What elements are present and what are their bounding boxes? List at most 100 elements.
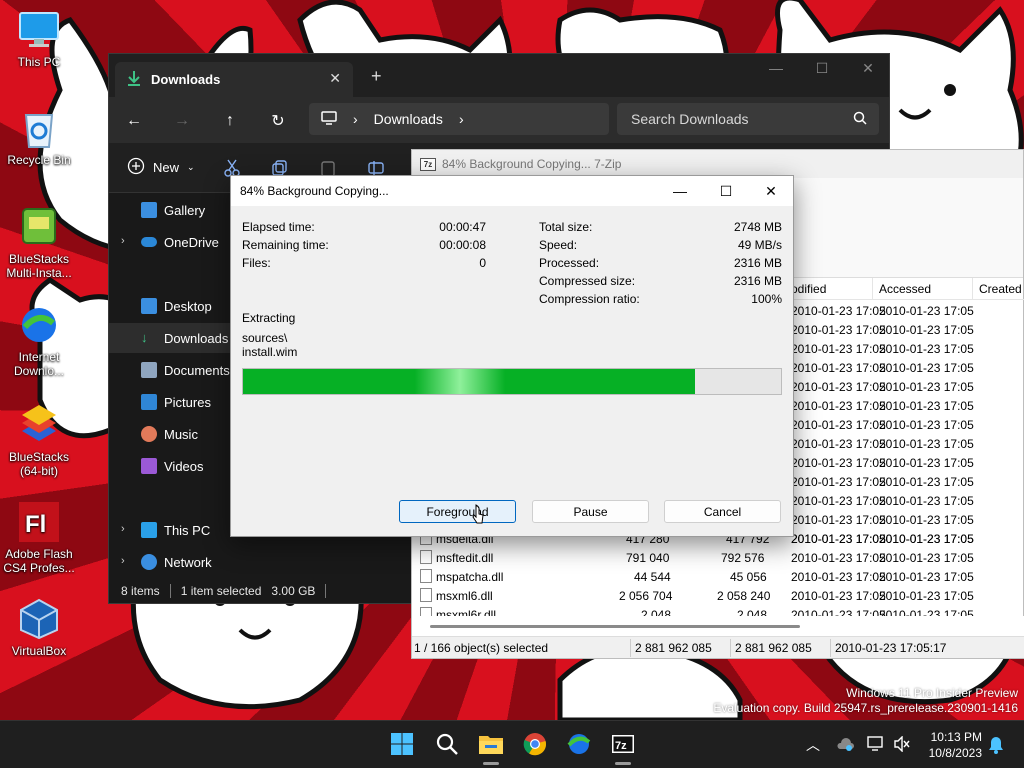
extract-progress-dialog[interactable]: 84% Background Copying... — ☐ ✕ Elapsed … xyxy=(230,175,794,537)
close-tab-icon[interactable]: ✕ xyxy=(329,70,341,87)
taskbar: 7z ︿ 10:13 PM 10/8/2023 xyxy=(0,720,1024,768)
desktop-icon-bluestacks[interactable]: BlueStacks (64-bit) xyxy=(1,403,77,478)
search-box[interactable]: Search Downloads xyxy=(617,103,879,135)
svg-text:Fl: Fl xyxy=(25,511,46,538)
sidebar-item-music[interactable]: Music xyxy=(109,419,231,449)
desktop-icon-label: VirtualBox xyxy=(11,644,67,658)
minimize-button[interactable]: — xyxy=(657,176,703,206)
forward-arrow-icon[interactable]: → xyxy=(170,109,194,133)
close-button[interactable]: ✕ xyxy=(845,54,891,82)
chevron-right-icon[interactable]: › xyxy=(121,235,125,247)
dll-file-icon xyxy=(420,569,432,583)
maximize-button[interactable]: ☐ xyxy=(703,176,749,206)
sidebar-item-pictures[interactable]: Pictures xyxy=(109,387,231,417)
desktop-icon-this-pc[interactable]: This PC xyxy=(1,8,77,69)
search-icon xyxy=(853,111,867,128)
table-row[interactable]: msftedit.dll 791 040 792 576 2010-01-23 … xyxy=(412,548,1024,567)
notification-bell-icon[interactable] xyxy=(988,736,1004,757)
column-divider[interactable] xyxy=(972,278,973,300)
file-accessed: 2010-01-23 17:05 xyxy=(879,551,974,565)
7zip-title-bar: 7z 84% Background Copying... 7-Zip xyxy=(412,150,1023,178)
file-accessed: 2010-01-23 17:05 xyxy=(879,380,974,394)
mouse-cursor-icon xyxy=(472,504,484,527)
network-icon[interactable] xyxy=(867,736,885,755)
new-button-label: New xyxy=(153,160,180,175)
system-clock[interactable]: 10:13 PM 10/8/2023 xyxy=(918,729,982,761)
status-divider xyxy=(630,639,631,657)
explorer-tab-downloads[interactable]: Downloads ✕ xyxy=(115,62,353,97)
7zip-icon[interactable]: 7z xyxy=(610,731,636,765)
file-accessed: 2010-01-23 17:05 xyxy=(879,418,974,432)
foreground-button[interactable]: Foreground xyxy=(399,500,516,523)
desktop-icon-label: BlueStacks Multi-Insta... xyxy=(6,252,72,280)
bluestacks-multi-instance-icon xyxy=(17,205,61,249)
file-modified: 2010-01-23 17:05 xyxy=(791,399,886,413)
sidebar-item-this-pc[interactable]: › This PC xyxy=(109,515,231,545)
sidebar-item-label: Pictures xyxy=(164,394,211,410)
file-size: 44 544 xyxy=(634,570,671,584)
scrollbar-thumb[interactable] xyxy=(430,625,800,628)
remaining-time-value: 00:00:08 xyxy=(439,238,486,252)
onedrive-tray-icon[interactable] xyxy=(836,737,854,754)
sidebar-item-onedrive[interactable]: › OneDrive xyxy=(109,227,231,257)
status-selected: 1 item selected xyxy=(180,584,262,598)
column-header-accessed[interactable]: Accessed xyxy=(879,282,931,296)
sidebar-item-documents[interactable]: Documents xyxy=(109,355,231,385)
dialog-title: 84% Background Copying... xyxy=(240,184,389,198)
desktop-icon-bluestacks-multi[interactable]: BlueStacks Multi-Insta... xyxy=(1,205,77,280)
back-arrow-icon[interactable]: ← xyxy=(122,109,146,133)
elapsed-time-label: Elapsed time: xyxy=(242,220,315,234)
chevron-right-icon[interactable]: › xyxy=(121,523,125,535)
table-row[interactable]: msxml6r.dll 2 048 2 048 2010-01-23 17:05… xyxy=(412,605,1024,616)
sidebar-item-downloads[interactable]: ↓ Downloads xyxy=(109,323,231,353)
chrome-icon[interactable] xyxy=(522,731,548,757)
file-accessed: 2010-01-23 17:05 xyxy=(879,608,974,616)
desktop-icon-recycle-bin[interactable]: Recycle Bin xyxy=(1,106,77,167)
status-packed-size: 2 881 962 085 xyxy=(735,641,812,655)
file-accessed: 2010-01-23 17:05 xyxy=(879,304,974,318)
current-path-file: install.wim xyxy=(242,345,298,359)
desktop-icon-internet-download-manager[interactable]: Internet Downlo... xyxy=(1,303,77,378)
cancel-button[interactable]: Cancel xyxy=(664,500,781,523)
chevron-right-icon[interactable]: › xyxy=(121,555,125,567)
file-explorer-icon[interactable] xyxy=(478,731,504,765)
horizontal-scrollbar[interactable] xyxy=(412,616,1024,636)
refresh-icon[interactable]: ↻ xyxy=(266,109,290,133)
remaining-time-label: Remaining time: xyxy=(242,238,329,252)
column-divider[interactable] xyxy=(872,278,873,300)
internet-download-manager-icon[interactable] xyxy=(566,731,592,757)
table-row[interactable]: mspatcha.dll 44 544 45 056 2010-01-23 17… xyxy=(412,567,1024,586)
file-modified: 2010-01-23 17:05 xyxy=(791,494,886,508)
status-selection: 1 / 166 object(s) selected xyxy=(414,641,549,655)
minimize-button[interactable]: — xyxy=(753,54,799,82)
table-row[interactable]: msxml6.dll 2 056 704 2 058 240 2010-01-2… xyxy=(412,586,1024,605)
column-header-modified[interactable]: odified xyxy=(791,282,826,296)
desktop-icon-adobe-flash[interactable]: Fl Adobe Flash CS4 Profes... xyxy=(1,500,77,575)
maximize-button[interactable]: ☐ xyxy=(799,54,845,82)
pause-button[interactable]: Pause xyxy=(532,500,649,523)
windows-start-icon[interactable] xyxy=(389,731,415,757)
plus-circle-icon xyxy=(127,157,145,178)
speed-value: 49 MB/s xyxy=(737,238,782,252)
new-tab-button[interactable]: + xyxy=(371,66,382,87)
sidebar-item-gallery[interactable]: Gallery xyxy=(109,195,231,225)
address-segment-downloads[interactable]: Downloads xyxy=(374,111,443,127)
file-modified: 2010-01-23 17:05 xyxy=(791,437,886,451)
address-bar[interactable]: › Downloads › xyxy=(309,103,609,135)
new-button[interactable]: New ⌄ xyxy=(127,157,195,178)
dll-file-icon xyxy=(420,550,432,564)
search-icon[interactable] xyxy=(434,731,460,757)
desktop-icon-virtualbox[interactable]: VirtualBox xyxy=(1,597,77,658)
column-header-created[interactable]: Created xyxy=(979,282,1022,296)
close-button[interactable]: ✕ xyxy=(748,176,794,206)
file-modified: 2010-01-23 17:05 xyxy=(791,418,886,432)
sidebar-item-network[interactable]: › Network xyxy=(109,547,231,577)
desktop-icon-label: BlueStacks (64-bit) xyxy=(8,450,70,478)
sidebar-item-videos[interactable]: Videos xyxy=(109,451,231,481)
volume-muted-icon[interactable] xyxy=(893,735,911,755)
sidebar-item-desktop[interactable]: Desktop xyxy=(109,291,231,321)
file-packed-size: 792 576 xyxy=(721,551,765,565)
chevron-up-icon[interactable]: ︿ xyxy=(806,735,820,755)
up-arrow-icon[interactable]: ↑ xyxy=(218,109,242,133)
file-accessed: 2010-01-23 17:05 xyxy=(879,456,974,470)
